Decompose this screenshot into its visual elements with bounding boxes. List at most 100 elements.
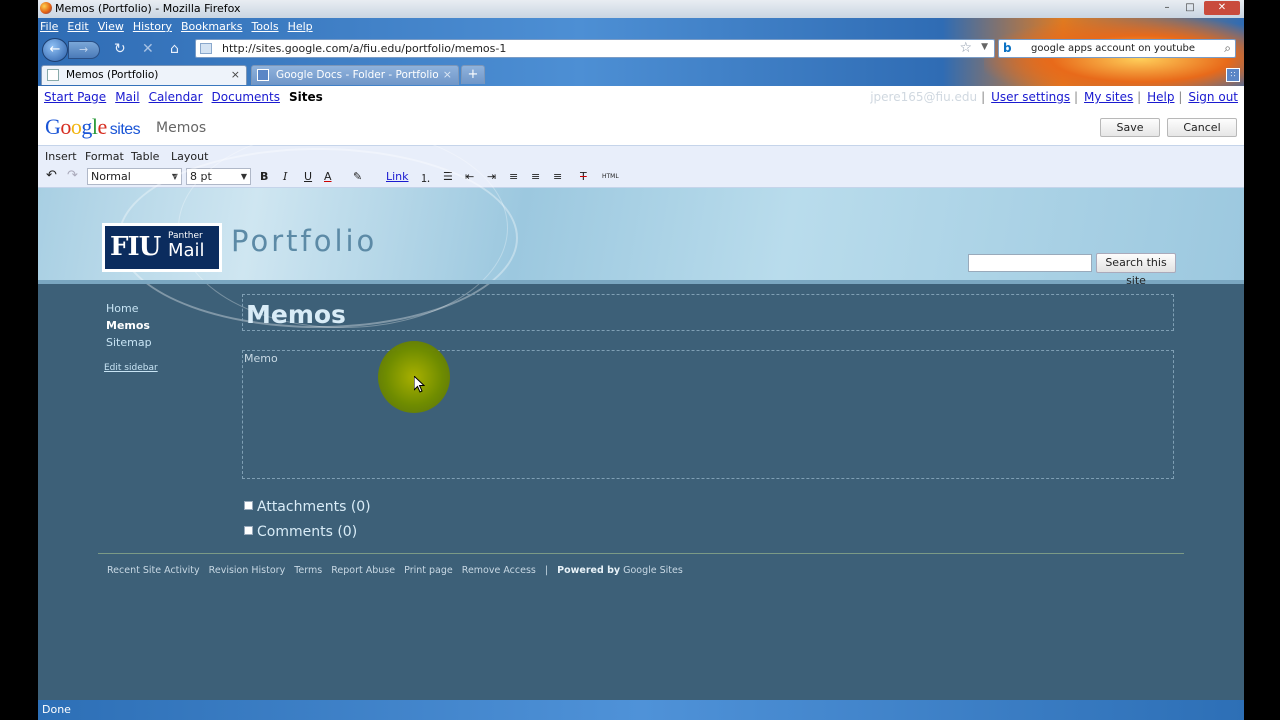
footer-revision-history-link[interactable]: Revision History — [209, 565, 286, 576]
sign-out-link[interactable]: Sign out — [1188, 90, 1238, 104]
align-right-icon[interactable]: ≡ — [553, 170, 562, 183]
logo-sites-word: sites — [109, 121, 141, 138]
undo-icon[interactable]: ↶ — [46, 168, 57, 183]
site-title[interactable]: Portfolio — [231, 224, 377, 258]
menu-tools[interactable]: Tools — [251, 20, 278, 33]
attachments-toggle[interactable]: Attachments (0) — [244, 499, 371, 515]
bookmark-star-icon[interactable]: ☆ — [959, 40, 972, 56]
style-select-value: Normal — [91, 170, 131, 183]
site-identity-icon[interactable] — [200, 43, 212, 54]
home-icon[interactable]: ⌂ — [170, 41, 179, 57]
footer-recent-activity-link[interactable]: Recent Site Activity — [107, 565, 200, 576]
page-title[interactable]: Memos — [246, 300, 346, 329]
edit-sidebar-link[interactable]: Edit sidebar — [104, 363, 158, 373]
bing-engine-icon[interactable]: b — [1003, 41, 1012, 55]
my-sites-link[interactable]: My sites — [1084, 90, 1133, 104]
forward-button[interactable]: → — [68, 41, 100, 59]
menu-bookmarks[interactable]: Bookmarks — [181, 20, 242, 33]
url-bar[interactable]: http://sites.google.com/a/fiu.edu/portfo… — [195, 39, 995, 58]
separator: | — [1178, 90, 1183, 104]
close-window-button[interactable]: ✕ — [1204, 1, 1240, 15]
menu-view[interactable]: View — [98, 20, 124, 33]
reload-icon[interactable]: ↻ — [114, 41, 126, 57]
site-banner: FIU Panther Mail Portfolio Search this s… — [38, 128, 1244, 328]
gbar-link-mail[interactable]: Mail — [115, 90, 139, 104]
new-tab-button[interactable]: + — [461, 65, 485, 84]
google-sites-link[interactable]: Google Sites — [623, 565, 683, 576]
gbar-link-calendar[interactable]: Calendar — [149, 90, 203, 104]
status-bar: Done — [38, 700, 1244, 720]
search-query[interactable]: google apps account on youtube — [1031, 43, 1195, 54]
align-left-icon[interactable]: ≡ — [509, 170, 518, 183]
page-favicon-icon — [47, 69, 59, 81]
editor-menu-insert[interactable]: Insert — [45, 150, 77, 163]
site-footer: Recent Site Activity Revision History Te… — [107, 565, 689, 576]
search-icon[interactable]: ⌕ — [1224, 41, 1231, 56]
cancel-button[interactable]: Cancel — [1167, 118, 1237, 137]
footer-remove-access-link[interactable]: Remove Access — [462, 565, 536, 576]
logo-letter: G — [45, 114, 61, 139]
logo-letter: g — [81, 114, 92, 139]
gbar-current-sites: Sites — [288, 90, 323, 104]
menu-edit[interactable]: Edit — [67, 20, 88, 33]
tab-bar: Memos (Portfolio) × Google Docs - Folder… — [38, 65, 1244, 85]
editor-menu-format[interactable]: Format — [85, 150, 124, 163]
logo-letter: e — [97, 114, 108, 139]
site-search-input[interactable] — [968, 254, 1092, 272]
sidebar-item-sitemap[interactable]: Sitemap — [106, 336, 158, 349]
page-body-text[interactable]: Memo — [244, 352, 278, 365]
footer-separator: | — [544, 565, 549, 576]
logo-mail-text: Mail — [168, 240, 205, 261]
search-site-button[interactable]: Search this site — [1096, 253, 1176, 287]
url-dropdown-icon[interactable]: ▼ — [981, 42, 988, 52]
sidebar-navigation: Home Memos Sitemap Edit sidebar — [104, 302, 158, 373]
stop-icon[interactable]: ✕ — [142, 41, 154, 57]
footer-print-page-link[interactable]: Print page — [404, 565, 453, 576]
sidebar-item-memos[interactable]: Memos — [106, 319, 158, 332]
gbar-link-start-page[interactable]: Start Page — [44, 90, 106, 104]
footer-divider — [98, 553, 1184, 554]
user-settings-link[interactable]: User settings — [991, 90, 1070, 104]
tab-close-icon[interactable]: × — [231, 66, 240, 84]
menu-history[interactable]: History — [133, 20, 172, 33]
firefox-icon — [40, 2, 52, 14]
site-content: FIU Panther Mail Portfolio Search this s… — [38, 128, 1244, 700]
clear-formatting-icon[interactable]: T — [580, 170, 587, 183]
footer-terms-link[interactable]: Terms — [294, 565, 322, 576]
separator: | — [1074, 90, 1079, 104]
html-edit-button[interactable]: HTML — [602, 173, 619, 180]
powered-by-label: Powered by — [557, 565, 621, 576]
search-bar[interactable]: b google apps account on youtube ⌕ — [998, 39, 1236, 58]
comments-toggle[interactable]: Comments (0) — [244, 524, 357, 540]
tab-close-icon[interactable]: × — [443, 66, 452, 84]
editor-menu-table[interactable]: Table — [131, 150, 159, 163]
gbar-link-documents[interactable]: Documents — [212, 90, 280, 104]
page-title-field[interactable]: Memos — [242, 294, 1174, 331]
back-button[interactable]: ← — [42, 38, 68, 62]
align-center-icon[interactable]: ≡ — [531, 170, 540, 183]
url-text[interactable]: http://sites.google.com/a/fiu.edu/portfo… — [222, 42, 506, 55]
list-all-tabs-icon[interactable]: ∷ — [1226, 68, 1240, 82]
forward-icon: → — [79, 43, 89, 56]
minimize-button[interactable]: – — [1156, 1, 1178, 15]
sidebar-item-home[interactable]: Home — [106, 302, 158, 315]
title-bar: Memos (Portfolio) - Mozilla Firefox – □ … — [38, 0, 1244, 18]
fiu-panther-mail-logo[interactable]: FIU Panther Mail — [102, 223, 222, 272]
separator: | — [981, 90, 986, 104]
expand-icon — [244, 501, 253, 510]
help-link[interactable]: Help — [1147, 90, 1174, 104]
maximize-button[interactable]: □ — [1179, 1, 1201, 15]
menu-file[interactable]: File — [40, 20, 58, 33]
back-icon: ← — [49, 42, 61, 57]
footer-report-abuse-link[interactable]: Report Abuse — [331, 565, 395, 576]
tab-memos-portfolio[interactable]: Memos (Portfolio) × — [41, 65, 247, 85]
google-sites-logo[interactable]: Google sites — [45, 114, 141, 140]
redo-icon[interactable]: ↷ — [67, 168, 78, 183]
logo-letter: o — [60, 114, 71, 139]
menu-help[interactable]: Help — [288, 20, 313, 33]
separator: | — [1137, 90, 1142, 104]
save-button[interactable]: Save — [1100, 118, 1160, 137]
sites-header: Google sites Memos Save Cancel — [38, 108, 1244, 146]
editor-menu-layout[interactable]: Layout — [171, 150, 208, 163]
tab-google-docs-folder[interactable]: Google Docs - Folder - Portfolio × — [251, 65, 459, 85]
